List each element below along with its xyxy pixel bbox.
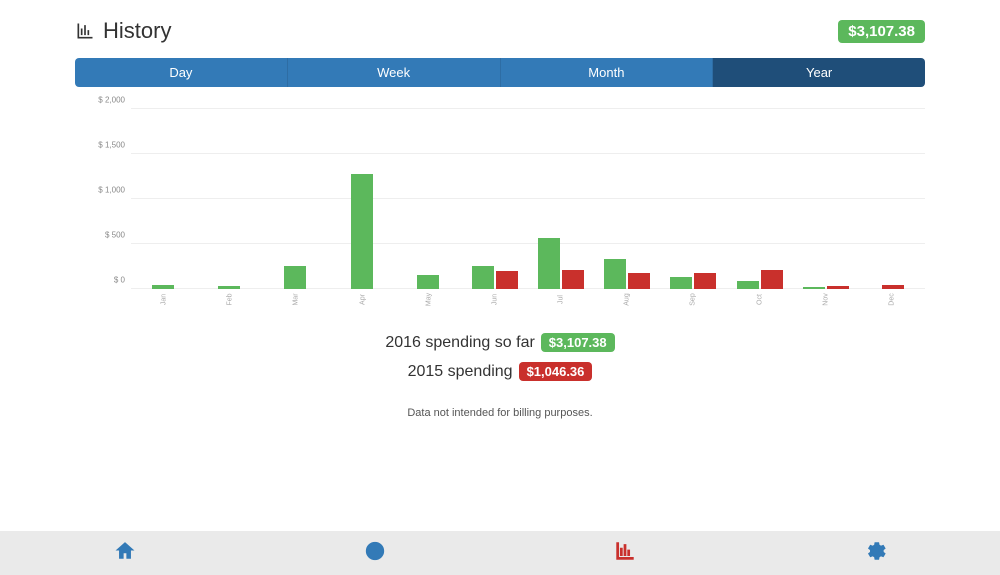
total-amount-badge: $3,107.38 bbox=[838, 20, 925, 43]
x-axis-label: Nov bbox=[822, 293, 829, 305]
nav-history[interactable] bbox=[500, 531, 750, 575]
bar-2015 bbox=[562, 270, 584, 289]
bar-group bbox=[528, 109, 594, 289]
x-axis-label: Aug bbox=[624, 293, 631, 305]
bar-2015 bbox=[882, 285, 904, 290]
x-axis-label: Sep bbox=[690, 293, 697, 305]
gear-icon bbox=[864, 540, 886, 567]
bar-2016 bbox=[218, 286, 240, 289]
disclaimer-text: Data not intended for billing purposes. bbox=[75, 407, 925, 419]
y-axis-tick: $ 2,000 bbox=[98, 96, 125, 105]
page-title: History bbox=[103, 18, 171, 44]
tab-year[interactable]: Year bbox=[713, 58, 925, 87]
chart-bar-icon bbox=[614, 540, 636, 567]
summary-2016-badge: $3,107.38 bbox=[541, 333, 615, 352]
bar-group bbox=[263, 109, 329, 289]
x-axis-label: Jul bbox=[558, 295, 565, 304]
x-axis-label: Mar bbox=[293, 293, 300, 305]
home-icon bbox=[114, 540, 136, 567]
bar-group bbox=[793, 109, 859, 289]
x-axis-label: Jun bbox=[491, 294, 498, 305]
bar-2015 bbox=[761, 270, 783, 289]
nav-settings[interactable] bbox=[750, 531, 1000, 575]
bar-group bbox=[594, 109, 660, 289]
bar-2016 bbox=[803, 287, 825, 289]
bar-2016 bbox=[152, 285, 174, 289]
tab-month[interactable]: Month bbox=[501, 58, 714, 87]
bar-2015 bbox=[496, 271, 518, 289]
nav-home[interactable] bbox=[0, 531, 250, 575]
page-header: History $3,107.38 bbox=[75, 18, 925, 44]
clock-icon bbox=[364, 540, 386, 567]
spending-chart: $ 0$ 500$ 1,000$ 1,500$ 2,000 JanFebMarA… bbox=[95, 109, 925, 309]
bar-2016 bbox=[417, 275, 439, 289]
bar-group bbox=[396, 109, 462, 289]
bar-group bbox=[197, 109, 263, 289]
chart-bar-icon bbox=[75, 21, 95, 41]
bar-group bbox=[660, 109, 726, 289]
bar-2016 bbox=[538, 238, 560, 289]
bar-2016 bbox=[472, 266, 494, 289]
bar-2016 bbox=[284, 266, 306, 289]
bar-2016 bbox=[737, 281, 759, 289]
summary-2016-label: 2016 spending so far bbox=[385, 334, 534, 352]
x-axis-label: Jan bbox=[161, 294, 168, 305]
summary-2015-badge: $1,046.36 bbox=[519, 362, 593, 381]
bar-2015 bbox=[694, 273, 716, 289]
bar-2015 bbox=[827, 286, 849, 289]
tab-day[interactable]: Day bbox=[75, 58, 288, 87]
bar-group bbox=[131, 109, 197, 289]
x-axis-label: May bbox=[425, 293, 432, 306]
bottom-nav bbox=[0, 531, 1000, 575]
summary-2015-label: 2015 spending bbox=[408, 363, 513, 381]
y-axis-tick: $ 1,500 bbox=[98, 141, 125, 150]
period-tabs: Day Week Month Year bbox=[75, 58, 925, 87]
x-axis-label: Apr bbox=[359, 294, 366, 305]
nav-live[interactable] bbox=[250, 531, 500, 575]
y-axis-tick: $ 500 bbox=[105, 231, 125, 240]
y-axis-tick: $ 1,000 bbox=[98, 186, 125, 195]
tab-week[interactable]: Week bbox=[288, 58, 501, 87]
x-axis-label: Oct bbox=[756, 294, 763, 305]
y-axis-tick: $ 0 bbox=[114, 276, 125, 285]
x-axis-label: Dec bbox=[888, 293, 895, 305]
bar-group bbox=[727, 109, 793, 289]
bar-group bbox=[859, 109, 925, 289]
bar-group bbox=[462, 109, 528, 289]
bar-2016 bbox=[670, 277, 692, 289]
bar-2016 bbox=[351, 174, 373, 289]
bar-2016 bbox=[604, 259, 626, 289]
bar-group bbox=[330, 109, 396, 289]
summary-block: 2016 spending so far $3,107.38 2015 spen… bbox=[75, 333, 925, 381]
bar-2015 bbox=[628, 273, 650, 289]
x-axis-label: Feb bbox=[227, 293, 234, 305]
